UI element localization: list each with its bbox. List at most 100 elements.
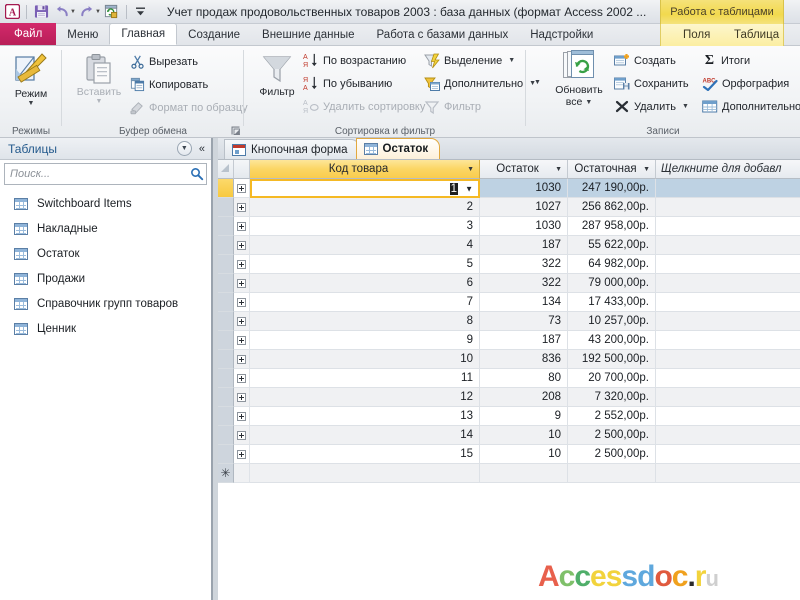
cell-kod-tovara[interactable]: 14 — [250, 426, 480, 445]
row-expand-toggle[interactable] — [234, 198, 250, 217]
new-cell-ostatochnaya[interactable] — [568, 464, 656, 483]
row-expand-toggle[interactable] — [234, 445, 250, 464]
paste-dropdown-icon[interactable]: ▼ — [96, 98, 103, 105]
tab-file[interactable]: Файл — [0, 23, 57, 45]
cell-ostatok[interactable]: 73 — [480, 312, 568, 331]
cell-ostatochnaya[interactable]: 7 320,00р. — [568, 388, 656, 407]
row-expand-toggle[interactable] — [234, 293, 250, 312]
row-expand-toggle[interactable] — [234, 426, 250, 445]
row-selector[interactable] — [218, 331, 234, 350]
cell-add-new[interactable] — [656, 388, 800, 407]
cell-add-new[interactable] — [656, 255, 800, 274]
collapse-pane-icon[interactable]: « — [197, 143, 207, 155]
cell-kod-tovara[interactable]: 7 — [250, 293, 480, 312]
sidebar-item-cennik[interactable]: Ценник — [0, 316, 211, 341]
cell-kod-tovara[interactable]: 12 — [250, 388, 480, 407]
view-button[interactable]: Режим ▼ — [4, 50, 58, 107]
table-row[interactable]: 14 10 2 500,00р. — [218, 426, 800, 445]
tab-addins[interactable]: Надстройки — [519, 24, 604, 45]
cell-kod-tovara[interactable]: 4 — [250, 236, 480, 255]
cell-ostatochnaya[interactable]: 256 862,00р. — [568, 198, 656, 217]
cell-kod-tovara[interactable]: 10 — [250, 350, 480, 369]
column-filter-dropdown-icon[interactable]: ▼ — [555, 166, 567, 173]
row-selector[interactable] — [218, 274, 234, 293]
tab-table[interactable]: Таблица — [723, 24, 790, 45]
sidebar-item-ostatok[interactable]: Остаток — [0, 241, 211, 266]
table-row[interactable]: 13 9 2 552,00р. — [218, 407, 800, 426]
copy-button[interactable]: Копировать — [130, 75, 208, 94]
row-selector[interactable] — [218, 217, 234, 236]
filter-button[interactable]: Фильтр — [250, 52, 304, 98]
new-cell-ostatok[interactable] — [480, 464, 568, 483]
sort-descending-button[interactable]: Я А По убыванию — [302, 74, 392, 93]
row-expand-toggle[interactable] — [234, 369, 250, 388]
table-row[interactable]: 6 322 79 000,00р. — [218, 274, 800, 293]
cell-add-new[interactable] — [656, 274, 800, 293]
paste-button[interactable]: Вставить ▼ — [72, 52, 126, 105]
select-all-corner[interactable] — [218, 160, 234, 179]
records-more-button[interactable]: Дополнительно — [702, 97, 800, 116]
tab-database-tools[interactable]: Работа с базами данных — [366, 24, 520, 45]
cell-kod-tovara[interactable]: 1 ▼ — [250, 179, 480, 198]
table-row[interactable]: 4 187 55 622,00р. — [218, 236, 800, 255]
row-selector[interactable] — [218, 350, 234, 369]
selection-button[interactable]: Выделение ▼ — [424, 51, 515, 70]
column-filter-dropdown-icon[interactable]: ▼ — [467, 166, 479, 173]
selection-dropdown-icon[interactable]: ▼ — [508, 57, 515, 64]
tab-home[interactable]: Главная — [109, 23, 178, 45]
cell-kod-tovara[interactable]: 3 — [250, 217, 480, 236]
row-expand-toggle[interactable] — [234, 331, 250, 350]
cell-add-new[interactable] — [656, 407, 800, 426]
row-selector[interactable] — [218, 293, 234, 312]
row-selector[interactable] — [218, 198, 234, 217]
cell-ostatochnaya[interactable]: 2 500,00р. — [568, 426, 656, 445]
table-row[interactable]: 7 134 17 433,00р. — [218, 293, 800, 312]
delete-record-button[interactable]: Удалить ▼ — [614, 97, 689, 116]
table-row[interactable]: 1 ▼ 1030 247 190,00р. — [218, 179, 800, 198]
new-cell-kod-tovara[interactable] — [250, 464, 480, 483]
cell-kod-tovara[interactable]: 8 — [250, 312, 480, 331]
cell-add-new[interactable] — [656, 198, 800, 217]
undo-icon[interactable] — [52, 2, 72, 22]
cell-ostatochnaya[interactable]: 247 190,00р. — [568, 179, 656, 198]
cell-ostatok[interactable]: 1027 — [480, 198, 568, 217]
sidebar-item-prodazhi[interactable]: Продажи — [0, 266, 211, 291]
cell-ostatok[interactable]: 80 — [480, 369, 568, 388]
row-expand-toggle[interactable] — [234, 388, 250, 407]
search-input[interactable]: Поиск... — [10, 168, 190, 180]
row-expand-toggle[interactable] — [234, 236, 250, 255]
clipboard-dialog-launcher-icon[interactable] — [231, 126, 240, 135]
table-row[interactable]: 15 10 2 500,00р. — [218, 445, 800, 464]
row-selector[interactable] — [218, 445, 234, 464]
new-record-button[interactable]: Создать — [614, 51, 676, 70]
table-row[interactable]: 2 1027 256 862,00р. — [218, 198, 800, 217]
row-selector[interactable] — [218, 255, 234, 274]
new-record-marker[interactable]: ✳ — [218, 464, 234, 483]
cell-add-new[interactable] — [656, 236, 800, 255]
cell-ostatochnaya[interactable]: 2 500,00р. — [568, 445, 656, 464]
table-row[interactable]: 8 73 10 257,00р. — [218, 312, 800, 331]
chevron-down-icon[interactable]: ▼ — [176, 141, 192, 156]
row-selector[interactable] — [218, 312, 234, 331]
cell-dropdown-icon[interactable]: ▼ — [465, 184, 473, 193]
cell-ostatochnaya[interactable]: 2 552,00р. — [568, 407, 656, 426]
cell-kod-tovara[interactable]: 15 — [250, 445, 480, 464]
column-header-kod-tovara[interactable]: Код товара ▼ — [250, 160, 480, 179]
sidebar-item-switchboard-items[interactable]: Switchboard Items — [0, 191, 211, 216]
cell-ostatok[interactable]: 10 — [480, 445, 568, 464]
save-icon[interactable] — [31, 2, 51, 22]
navigation-search-box[interactable]: Поиск... — [4, 163, 207, 185]
search-icon[interactable] — [190, 167, 204, 181]
cell-kod-tovara[interactable]: 6 — [250, 274, 480, 293]
row-expand-toggle[interactable] — [234, 312, 250, 331]
table-row[interactable]: 11 80 20 700,00р. — [218, 369, 800, 388]
row-expand-toggle[interactable] — [234, 274, 250, 293]
column-header-ostatok[interactable]: Остаток ▼ — [480, 160, 568, 179]
cell-add-new[interactable] — [656, 217, 800, 236]
table-row[interactable]: 10 836 192 500,00р. — [218, 350, 800, 369]
redo-icon[interactable] — [77, 2, 97, 22]
cell-kod-tovara[interactable]: 9 — [250, 331, 480, 350]
cell-ostatochnaya[interactable]: 17 433,00р. — [568, 293, 656, 312]
row-expand-toggle[interactable] — [234, 407, 250, 426]
new-cell-add-new[interactable] — [656, 464, 800, 483]
